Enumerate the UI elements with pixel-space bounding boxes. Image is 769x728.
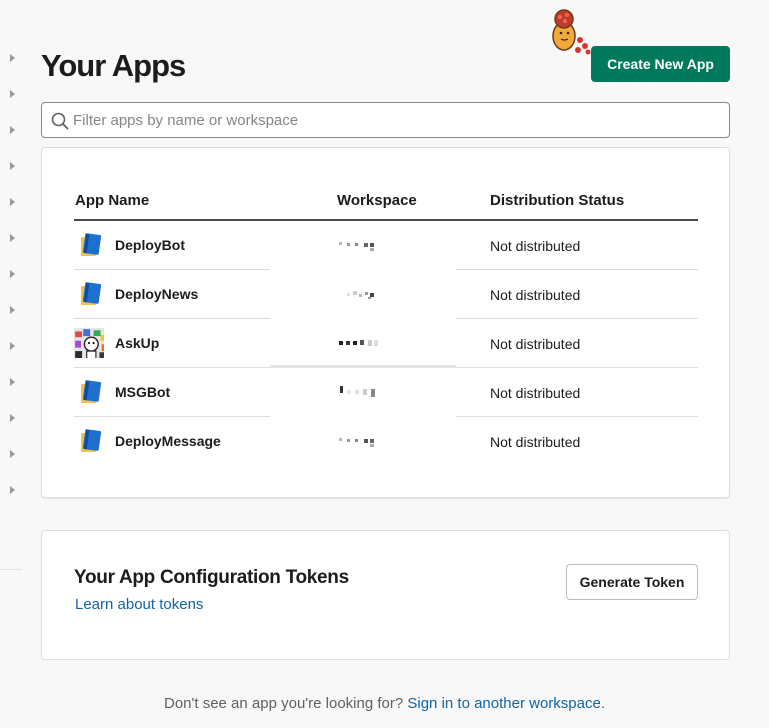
- create-new-app-button[interactable]: Create New App: [591, 46, 730, 82]
- column-header-app-name[interactable]: App Name: [75, 192, 149, 209]
- expand-arrow-icon[interactable]: [10, 414, 15, 422]
- workspace-redacted: [340, 386, 375, 397]
- mascot-icon: [552, 9, 591, 55]
- blue-book-icon: [81, 282, 102, 305]
- expand-arrow-icon[interactable]: [10, 126, 15, 134]
- column-header-workspace[interactable]: Workspace: [337, 192, 417, 209]
- learn-about-tokens-link[interactable]: Learn about tokens: [75, 596, 203, 613]
- app-name-link[interactable]: DeployNews: [115, 286, 198, 302]
- expand-arrow-icon[interactable]: [10, 198, 15, 206]
- search-icon: [51, 112, 69, 130]
- expand-arrow-icon[interactable]: [10, 342, 15, 350]
- sign-in-other-workspace-link[interactable]: Sign in to another workspace: [407, 695, 600, 712]
- left-rail: [0, 0, 22, 570]
- distribution-status: Not distributed: [490, 336, 581, 352]
- distribution-status: Not distributed: [490, 287, 581, 303]
- apps-table-card: App Name Workspace Distribution Status D…: [41, 147, 730, 498]
- config-tokens-card: Your App Configuration Tokens Learn abou…: [41, 530, 730, 660]
- expand-arrow-icon[interactable]: [10, 450, 15, 458]
- expand-arrow-icon[interactable]: [10, 162, 15, 170]
- workspace-redacted: [339, 242, 374, 251]
- expand-arrow-icon[interactable]: [10, 54, 15, 62]
- expand-arrow-icon[interactable]: [10, 306, 15, 314]
- app-name-link[interactable]: DeployBot: [115, 237, 185, 253]
- expand-arrow-icon[interactable]: [10, 486, 15, 494]
- column-header-distribution-status[interactable]: Distribution Status: [490, 192, 624, 209]
- table-row[interactable]: DeployNews Not distributed: [42, 270, 731, 319]
- app-name-link[interactable]: AskUp: [115, 335, 159, 351]
- expand-arrow-icon[interactable]: [10, 378, 15, 386]
- workspace-redacted: [347, 291, 374, 299]
- blue-book-icon: [81, 380, 102, 403]
- workspace-redacted: [339, 438, 374, 447]
- expand-arrow-icon[interactable]: [10, 90, 15, 98]
- askup-avatar-icon: [74, 328, 104, 358]
- search-input[interactable]: [73, 103, 723, 137]
- table-row[interactable]: DeployBot Not distributed: [42, 221, 731, 270]
- footer-text: Don't see an app you're looking for?: [163, 695, 408, 712]
- distribution-status: Not distributed: [490, 238, 581, 254]
- blue-book-icon: [81, 233, 102, 256]
- footer-help: Don't see an app you're looking for? Sig…: [0, 695, 769, 712]
- table-row[interactable]: DeployMessage Not distributed: [42, 417, 731, 466]
- workspace-redacted: [339, 340, 378, 346]
- generate-token-button[interactable]: Generate Token: [566, 564, 698, 600]
- app-name-link[interactable]: DeployMessage: [115, 433, 221, 449]
- table-row[interactable]: MSGBot Not distributed: [42, 368, 731, 417]
- blue-book-icon: [81, 429, 102, 452]
- distribution-status: Not distributed: [490, 385, 581, 401]
- footer-period: .: [600, 695, 605, 712]
- app-name-link[interactable]: MSGBot: [115, 384, 170, 400]
- table-row[interactable]: AskUp Not distributed: [42, 319, 731, 368]
- search-box[interactable]: [41, 102, 730, 138]
- expand-arrow-icon[interactable]: [10, 234, 15, 242]
- expand-arrow-icon[interactable]: [10, 270, 15, 278]
- distribution-status: Not distributed: [490, 434, 581, 450]
- page-title: Your Apps: [41, 48, 186, 83]
- tokens-title: Your App Configuration Tokens: [74, 567, 349, 588]
